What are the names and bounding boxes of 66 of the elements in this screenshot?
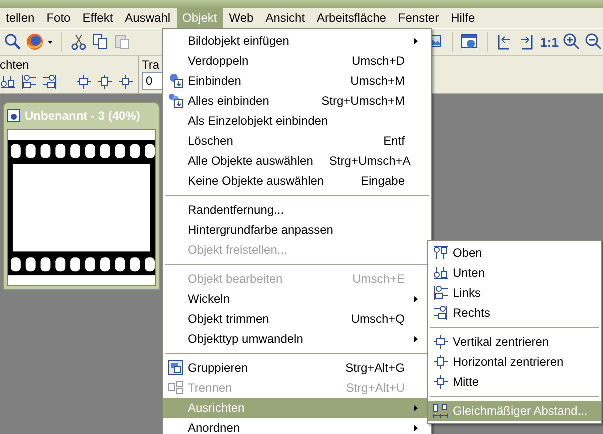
- menu-item[interactable]: Oben: [428, 243, 601, 263]
- document-title: Unbenannt - 3 (40%): [25, 109, 140, 123]
- zoom-in-icon[interactable]: [563, 33, 581, 51]
- menu-title[interactable]: Ansicht: [260, 8, 312, 28]
- submenu-arrow-icon: [414, 296, 418, 302]
- submenu-arrow-icon: [414, 336, 418, 342]
- menu-item[interactable]: Wickeln: [163, 289, 431, 309]
- menu-title[interactable]: Fenster: [392, 8, 446, 28]
- menu-item[interactable]: Als Einzelobjekt einbinden: [163, 111, 431, 131]
- submenu-arrow-icon: [414, 404, 418, 412]
- menu-title[interactable]: Auswahl: [119, 8, 177, 28]
- copy-icon[interactable]: [92, 33, 110, 51]
- align-top-icon: [433, 245, 449, 261]
- menu-title[interactable]: Foto: [40, 8, 77, 28]
- menu-item[interactable]: Mitte: [428, 372, 601, 392]
- section-label: chten: [0, 58, 30, 72]
- center-vertical-icon: [433, 334, 449, 350]
- distribute-icon: [433, 403, 449, 419]
- web-settings-icon[interactable]: [461, 33, 480, 51]
- zoom-preview-icon[interactable]: [4, 33, 22, 51]
- menu-title[interactable]: Hilfe: [445, 8, 482, 28]
- center-icon: [118, 74, 134, 90]
- center-horizontal-icon: [97, 74, 113, 90]
- center-vertical-icon: [76, 74, 92, 90]
- menu-item[interactable]: Links: [428, 283, 601, 303]
- align-right-icon: [433, 305, 449, 321]
- menu-item[interactable]: Unten: [428, 263, 601, 283]
- menu-item[interactable]: Randentfernung...: [163, 200, 431, 220]
- actual-size-label[interactable]: 1:1: [540, 34, 559, 50]
- menu-item[interactable]: Objekt trimmen Umsch+Q: [163, 309, 431, 329]
- ungroup-icon: [168, 380, 184, 396]
- menu-item[interactable]: Keine Objekte auswählen Eingabe: [163, 171, 431, 191]
- menu-item[interactable]: Objekttyp umwandeln: [163, 329, 431, 349]
- center-icon: [433, 374, 449, 390]
- browser-globe-icon[interactable]: [26, 33, 44, 51]
- menu-item[interactable]: Hintergrundfarbe anpassen: [163, 220, 431, 240]
- document-icon: [7, 109, 21, 123]
- align-right-icon: [42, 74, 58, 90]
- menu-item[interactable]: Bildobjekt einfügen: [163, 31, 431, 51]
- menu-item[interactable]: Horizontal zentrieren: [428, 352, 601, 372]
- menu-item[interactable]: Rechts: [428, 303, 601, 323]
- merge-icon: [168, 73, 184, 89]
- field-label: Tra: [142, 58, 161, 72]
- menu-item[interactable]: Alle Objekte auswählen Strg+Umsch+A: [163, 151, 431, 171]
- submenu-arrow-icon: [414, 38, 418, 44]
- menu-title[interactable]: Arbeitsfläche: [311, 8, 392, 28]
- group-icon: [168, 360, 184, 376]
- menu-title[interactable]: tellen: [0, 8, 41, 28]
- menu-item[interactable]: Vertikal zentrieren: [428, 332, 601, 352]
- menu-item[interactable]: Verdoppeln Umsch+D: [163, 51, 431, 71]
- cut-icon[interactable]: [70, 33, 88, 51]
- menu-item[interactable]: Löschen Entf: [163, 131, 431, 151]
- align-bottom-icon: [433, 265, 449, 281]
- menu-item[interactable]: Gruppieren Strg+Alt+G: [163, 358, 431, 378]
- menu-title[interactable]: Effekt: [76, 8, 120, 28]
- menu-title[interactable]: Web: [223, 8, 260, 28]
- align-left-icon: [21, 74, 37, 90]
- align-left-icon: [433, 285, 449, 301]
- merge-all-icon: [168, 93, 184, 109]
- dropdown-caret-icon: [48, 40, 53, 44]
- menu-item[interactable]: Anordnen: [163, 418, 431, 434]
- center-horizontal-icon: [433, 354, 449, 370]
- menu-item[interactable]: Alles einbinden Strg+Umsch+M: [163, 91, 431, 111]
- align-bottom-icon: [0, 74, 16, 90]
- zoom-out-icon[interactable]: [585, 33, 603, 51]
- submenu-arrow-icon: [414, 424, 418, 432]
